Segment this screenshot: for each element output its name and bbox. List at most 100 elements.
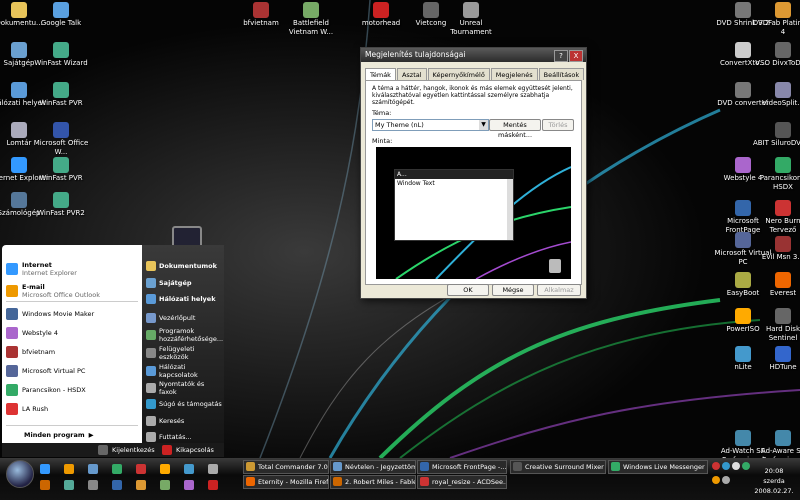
delete-button[interactable]: Törlés [542, 119, 574, 131]
clock[interactable]: 20:08 szerda 2008.02.27. [752, 466, 796, 496]
desktop-icon[interactable]: HDTune [752, 346, 800, 372]
desktop-icon[interactable]: VideoSplit... [752, 82, 800, 108]
quick-launch-icon[interactable] [40, 464, 50, 474]
taskbar-button[interactable]: Windows Live Messenger [608, 460, 708, 474]
shutdown-button[interactable]: Kikapcsolás [162, 444, 214, 456]
tray-icon[interactable] [712, 476, 720, 484]
app-icon [735, 200, 751, 216]
app-icon [333, 477, 342, 486]
desktop-icon[interactable]: Unreal Tournament [440, 2, 502, 37]
desktop-icon[interactable]: Everest [752, 272, 800, 298]
quick-launch-icon[interactable] [136, 480, 146, 490]
tray-icon[interactable] [732, 462, 740, 470]
recent-program[interactable]: LA Rush [6, 401, 48, 417]
desktop-icon[interactable]: ABIT SiluroDVD 4 [752, 122, 800, 148]
quick-launch-icon[interactable] [160, 480, 170, 490]
tab-screensaver[interactable]: Képernyőkímélő [427, 68, 490, 80]
start-menu-place[interactable]: Súgó és támogatás [146, 399, 222, 409]
quick-launch-icon[interactable] [184, 480, 194, 490]
chevron-down-icon[interactable]: ▼ [479, 120, 488, 130]
desktop-icon[interactable]: WinFast Wizard [30, 42, 92, 68]
ok-button[interactable]: OK [447, 284, 489, 296]
tray-icon[interactable] [712, 462, 720, 470]
desktop-icon[interactable]: WinFast PVR2 [30, 192, 92, 218]
recent-program-label: Windows Movie Maker [22, 310, 95, 318]
quick-launch-icon[interactable] [112, 464, 122, 474]
taskbar-button[interactable]: 2. Robert Miles - Fable... [330, 475, 416, 489]
save-as-button[interactable]: Mentés másként... [489, 119, 541, 139]
desktop-icon[interactable]: Microsoft Office W... [30, 122, 92, 157]
dialog-titlebar[interactable]: Megjelenítés tulajdonságai ? X [361, 48, 586, 62]
help-button[interactable]: ? [554, 50, 568, 62]
cancel-button[interactable]: Mégse [492, 284, 534, 296]
theme-select-value: My Theme (nL) [375, 121, 424, 129]
start-menu-place[interactable]: Programok hozzáférhetősége... [146, 327, 223, 343]
start-menu-place[interactable]: Nyomtatók és faxok [146, 380, 222, 396]
quick-launch-icon[interactable] [112, 480, 122, 490]
start-menu-place[interactable]: Keresés [146, 416, 222, 426]
desktop-icon[interactable]: Nero Burn Tervező [752, 200, 800, 235]
desktop-icon[interactable]: WinFast PVR [30, 82, 92, 108]
desktop-icon[interactable]: WinFast PVR [30, 157, 92, 183]
place-icon [146, 313, 156, 323]
app-icon [6, 346, 18, 358]
desktop-icon[interactable]: Evil Msn 3.0 [752, 236, 800, 262]
theme-select[interactable]: My Theme (nL) ▼ [372, 119, 489, 131]
start-menu-place[interactable]: Hálózati kapcsolatok [146, 363, 222, 379]
taskbar-button[interactable]: Eternity - Mozilla Firefox [243, 475, 329, 489]
pinned-item[interactable]: Internet Internet Explorer [6, 259, 77, 279]
recent-program[interactable]: Microsoft Virtual PC [6, 363, 85, 379]
quick-launch-icon[interactable] [136, 464, 146, 474]
close-button[interactable]: X [569, 50, 583, 62]
tab-themes[interactable]: Témák [365, 68, 396, 80]
start-menu-place[interactable]: Hálózati helyek [146, 294, 222, 304]
taskbar-button[interactable]: Creative Surround Mixer [510, 460, 606, 474]
desktop-icon[interactable]: Parancsikon - HSDX [752, 157, 800, 192]
start-menu-place[interactable]: Sajátgép [146, 278, 222, 288]
taskbar-button[interactable]: royal_resize - ACDSee... [417, 475, 507, 489]
tab-desktop[interactable]: Asztal [396, 68, 427, 80]
start-menu-place[interactable]: Dokumentumok [146, 261, 222, 271]
start-menu-place-label: Vezérlőpult [159, 314, 196, 322]
tray-icon[interactable] [722, 476, 730, 484]
quick-launch-icon[interactable] [208, 480, 218, 490]
desktop-icon[interactable]: Google Talk [30, 2, 92, 28]
tab-settings[interactable]: Beállítások [538, 68, 585, 80]
taskbar-button[interactable]: Total Commander 7.0... [243, 460, 329, 474]
quick-launch-icon[interactable] [64, 480, 74, 490]
recent-program[interactable]: bfvietnam [6, 344, 55, 360]
start-button[interactable] [6, 460, 34, 488]
desktop-icon[interactable]: Battlefield Vietnam W... [280, 2, 342, 37]
tray-icon[interactable] [742, 462, 750, 470]
app-icon [775, 82, 791, 98]
recent-program[interactable]: Parancsikon - HSDX [6, 382, 86, 398]
quick-launch-icon[interactable] [88, 464, 98, 474]
taskbar-button[interactable]: Névtelen - Jegyzettömb [330, 460, 416, 474]
apply-button[interactable]: Alkalmaz [537, 284, 581, 296]
logoff-button[interactable]: Kijelentkezés [98, 444, 155, 456]
desktop-icon[interactable]: VSO DivxToDVD [752, 42, 800, 68]
tray-icon[interactable] [722, 462, 730, 470]
app-icon [513, 462, 522, 471]
desktop-icon[interactable]: DVDFab Platinum 4 [752, 2, 800, 37]
all-programs-button[interactable]: Minden program ▶ [24, 429, 94, 441]
recent-program[interactable]: Windows Movie Maker [6, 306, 94, 322]
place-icon [146, 348, 156, 358]
recent-program[interactable]: Webstyle 4 [6, 325, 58, 341]
quick-launch-icon[interactable] [184, 464, 194, 474]
start-menu-place[interactable]: Futtatás... [146, 432, 222, 442]
quick-launch-icon[interactable] [40, 480, 50, 490]
tab-appearance[interactable]: Megjelenés [490, 68, 538, 80]
start-menu-place[interactable]: Vezérlőpult [146, 313, 222, 323]
app-icon [735, 308, 751, 324]
pinned-item[interactable]: E-mail Microsoft Office Outlook [6, 281, 100, 301]
quick-launch-icon[interactable] [160, 464, 170, 474]
app-icon [246, 477, 255, 486]
app-icon [6, 263, 18, 275]
quick-launch-icon[interactable] [88, 480, 98, 490]
desktop-icon[interactable]: Hard Disk Sentinel [752, 308, 800, 343]
quick-launch-icon[interactable] [208, 464, 218, 474]
taskbar-button[interactable]: Microsoft FrontPage -... [417, 460, 507, 474]
start-menu-place[interactable]: Felügyeleti eszközök [146, 345, 222, 361]
quick-launch-icon[interactable] [64, 464, 74, 474]
